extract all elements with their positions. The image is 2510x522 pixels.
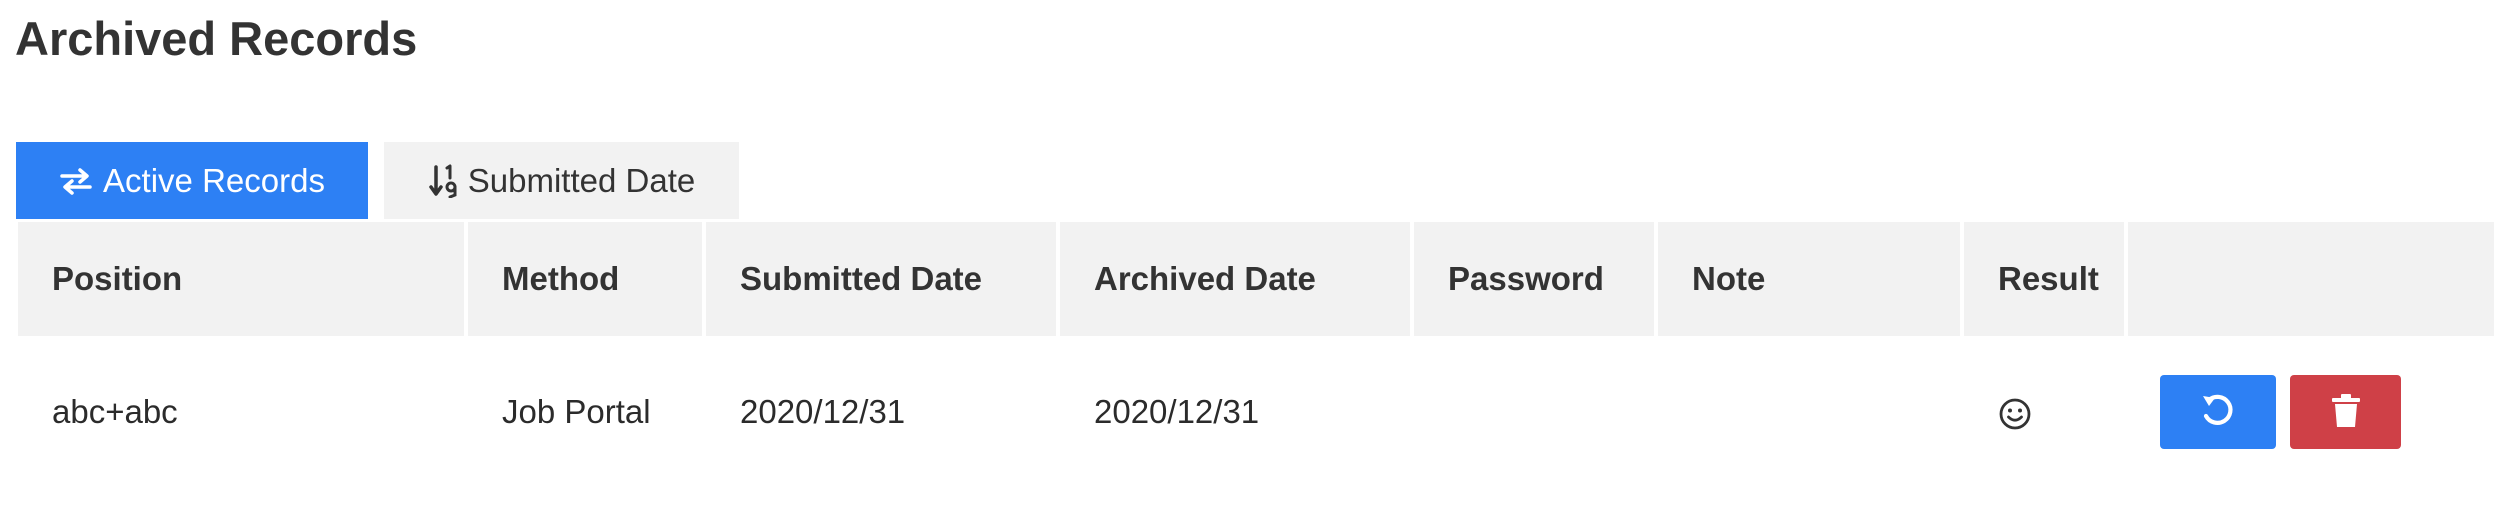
cell-submitted-date: 2020/12/31 — [740, 393, 906, 430]
active-records-button[interactable]: Active Records — [16, 142, 368, 219]
column-header-archived-date[interactable]: Archived Date — [1060, 222, 1414, 336]
records-table: Position Method Submitted Date Archived … — [18, 222, 2494, 488]
table-row: abc+abc Job Portal 2020/12/31 2020/12/31 — [18, 336, 2494, 488]
sort-submitted-date-button[interactable]: Submitted Date — [384, 142, 739, 219]
trash-icon — [2330, 393, 2362, 432]
cell-result — [1964, 336, 2128, 488]
column-header-result[interactable]: Result — [1964, 222, 2128, 336]
exchange-icon — [59, 167, 93, 195]
page-title: Archived Records — [15, 12, 418, 65]
sort-numeric-down-icon — [428, 164, 458, 198]
column-header-position[interactable]: Position — [18, 222, 468, 336]
cell-archived-date: 2020/12/31 — [1094, 393, 1260, 430]
delete-button[interactable] — [2290, 375, 2401, 449]
cell-position: abc+abc — [52, 393, 178, 430]
column-header-submitted-date[interactable]: Submitted Date — [706, 222, 1060, 336]
table-header-row: Position Method Submitted Date Archived … — [18, 222, 2494, 336]
cell-note — [1658, 336, 1964, 488]
column-header-actions — [2128, 222, 2494, 336]
active-records-label: Active Records — [103, 161, 325, 199]
cell-method: Job Portal — [502, 393, 651, 430]
smile-icon — [1998, 397, 2032, 431]
cell-password — [1414, 336, 1658, 488]
restore-icon — [2199, 392, 2237, 433]
toolbar: Active Records Submitted Date — [16, 142, 739, 219]
sort-label: Submitted Date — [467, 161, 696, 199]
column-header-note[interactable]: Note — [1658, 222, 1964, 336]
restore-button[interactable] — [2160, 375, 2276, 449]
cell-actions — [2128, 336, 2494, 488]
column-header-password[interactable]: Password — [1414, 222, 1658, 336]
column-header-method[interactable]: Method — [468, 222, 706, 336]
